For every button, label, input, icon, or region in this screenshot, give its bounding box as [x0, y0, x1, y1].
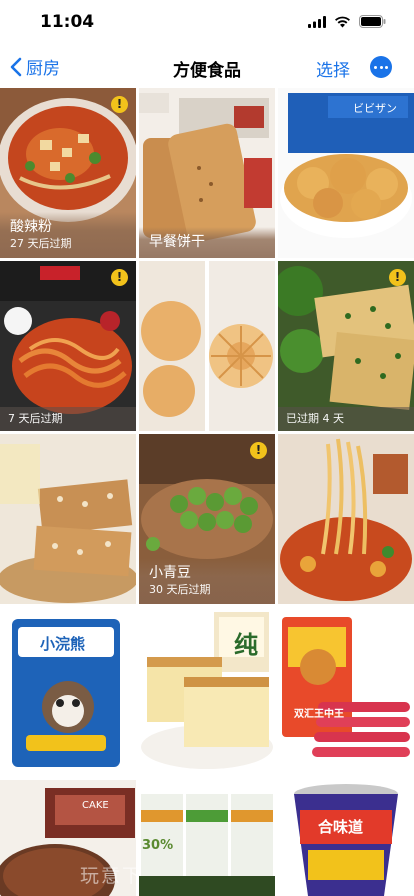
status-time: 11:04 — [40, 12, 95, 32]
status-icons — [308, 15, 386, 28]
tile-caption: 早餐饼干 — [139, 227, 275, 258]
select-button[interactable]: 选择 — [316, 56, 350, 81]
food-tile-breakfast-biscuits[interactable]: 早餐饼干 — [139, 88, 275, 258]
page-title: 方便食品 — [173, 61, 241, 81]
food-photo — [0, 261, 136, 431]
food-tile-crackers[interactable]: ビビザン — [278, 88, 414, 258]
food-tile-suanlafen[interactable]: ! 酸辣粉 27 天后过期 — [0, 88, 136, 258]
food-name: 酸辣粉 — [10, 219, 52, 235]
tile-caption: 酸辣粉 27 天后过期 — [0, 212, 136, 258]
food-tile-snail-noodles[interactable] — [278, 434, 414, 604]
food-tile-green-peas[interactable]: ! 小青豆 30 天后过期 — [139, 434, 275, 604]
expiry-text: 30 天后过期 — [149, 583, 211, 596]
food-tile-raccoon-noodles[interactable]: 小浣熊 — [0, 607, 136, 777]
food-tile-fire-noodles[interactable]: ! 7 天后过期 — [0, 261, 136, 431]
expiry-text: 27 天后过期 — [10, 237, 72, 250]
food-photo — [0, 434, 136, 604]
package-text: 纯 — [234, 631, 258, 659]
food-photo — [278, 607, 414, 777]
package-text: ビビザン — [353, 102, 397, 115]
battery-icon — [359, 15, 386, 28]
food-tile-sponge-cake[interactable]: 纯 — [139, 607, 275, 777]
food-tile-scallion-crackers[interactable]: ! 已过期 4 天 — [278, 261, 414, 431]
food-name: 早餐饼干 — [149, 234, 205, 250]
warning-badge: ! — [111, 269, 128, 286]
package-text: 合味道 — [318, 818, 364, 836]
food-photo — [278, 434, 414, 604]
navigation-bar: 厨房 方便食品 选择 — [0, 46, 414, 88]
food-tile-chocolate-cake[interactable]: CAKE — [0, 780, 136, 896]
package-text: 双汇王中王 — [294, 709, 344, 720]
food-tile-rice-crisps[interactable] — [0, 434, 136, 604]
chevron-left-icon — [10, 57, 22, 76]
expiry-text: 7 天后过期 — [8, 412, 63, 425]
food-photo — [139, 261, 275, 431]
food-tile-ham-sausage[interactable]: 双汇王中王 — [278, 607, 414, 777]
food-tile-noodle-packs[interactable]: 30% — [139, 780, 275, 896]
food-photo — [278, 261, 414, 431]
back-button[interactable]: 厨房 — [10, 54, 60, 79]
tile-caption: 小青豆 30 天后过期 — [139, 558, 275, 604]
tile-caption: 已过期 4 天 — [278, 407, 414, 431]
warning-badge: ! — [250, 442, 267, 459]
tile-caption: 7 天后过期 — [0, 407, 136, 431]
package-text: 30% — [142, 838, 174, 853]
more-options-button[interactable] — [370, 56, 392, 78]
ellipsis-dot — [379, 65, 383, 69]
wifi-icon — [335, 16, 350, 27]
expiry-text: 已过期 4 天 — [286, 412, 344, 425]
food-tile-cup-noodles[interactable]: 合味道 — [278, 780, 414, 896]
warning-badge: ! — [389, 269, 406, 286]
signal-icon — [308, 15, 326, 28]
food-photo — [278, 780, 414, 896]
food-grid: ! 酸辣粉 27 天后过期 早餐饼干 ビビザン ! 7 天后过期 ! 已过期 4… — [0, 88, 414, 896]
back-label: 厨房 — [26, 59, 60, 79]
warning-badge: ! — [111, 96, 128, 113]
food-name: 小青豆 — [149, 565, 191, 581]
food-tile-cookies[interactable] — [139, 261, 275, 431]
status-bar: 11:04 — [0, 0, 414, 46]
package-text: CAKE — [82, 800, 109, 811]
ellipsis-dot — [384, 65, 388, 69]
package-text: 小浣熊 — [40, 635, 86, 653]
food-photo — [0, 780, 136, 896]
ellipsis-icon — [374, 65, 378, 69]
